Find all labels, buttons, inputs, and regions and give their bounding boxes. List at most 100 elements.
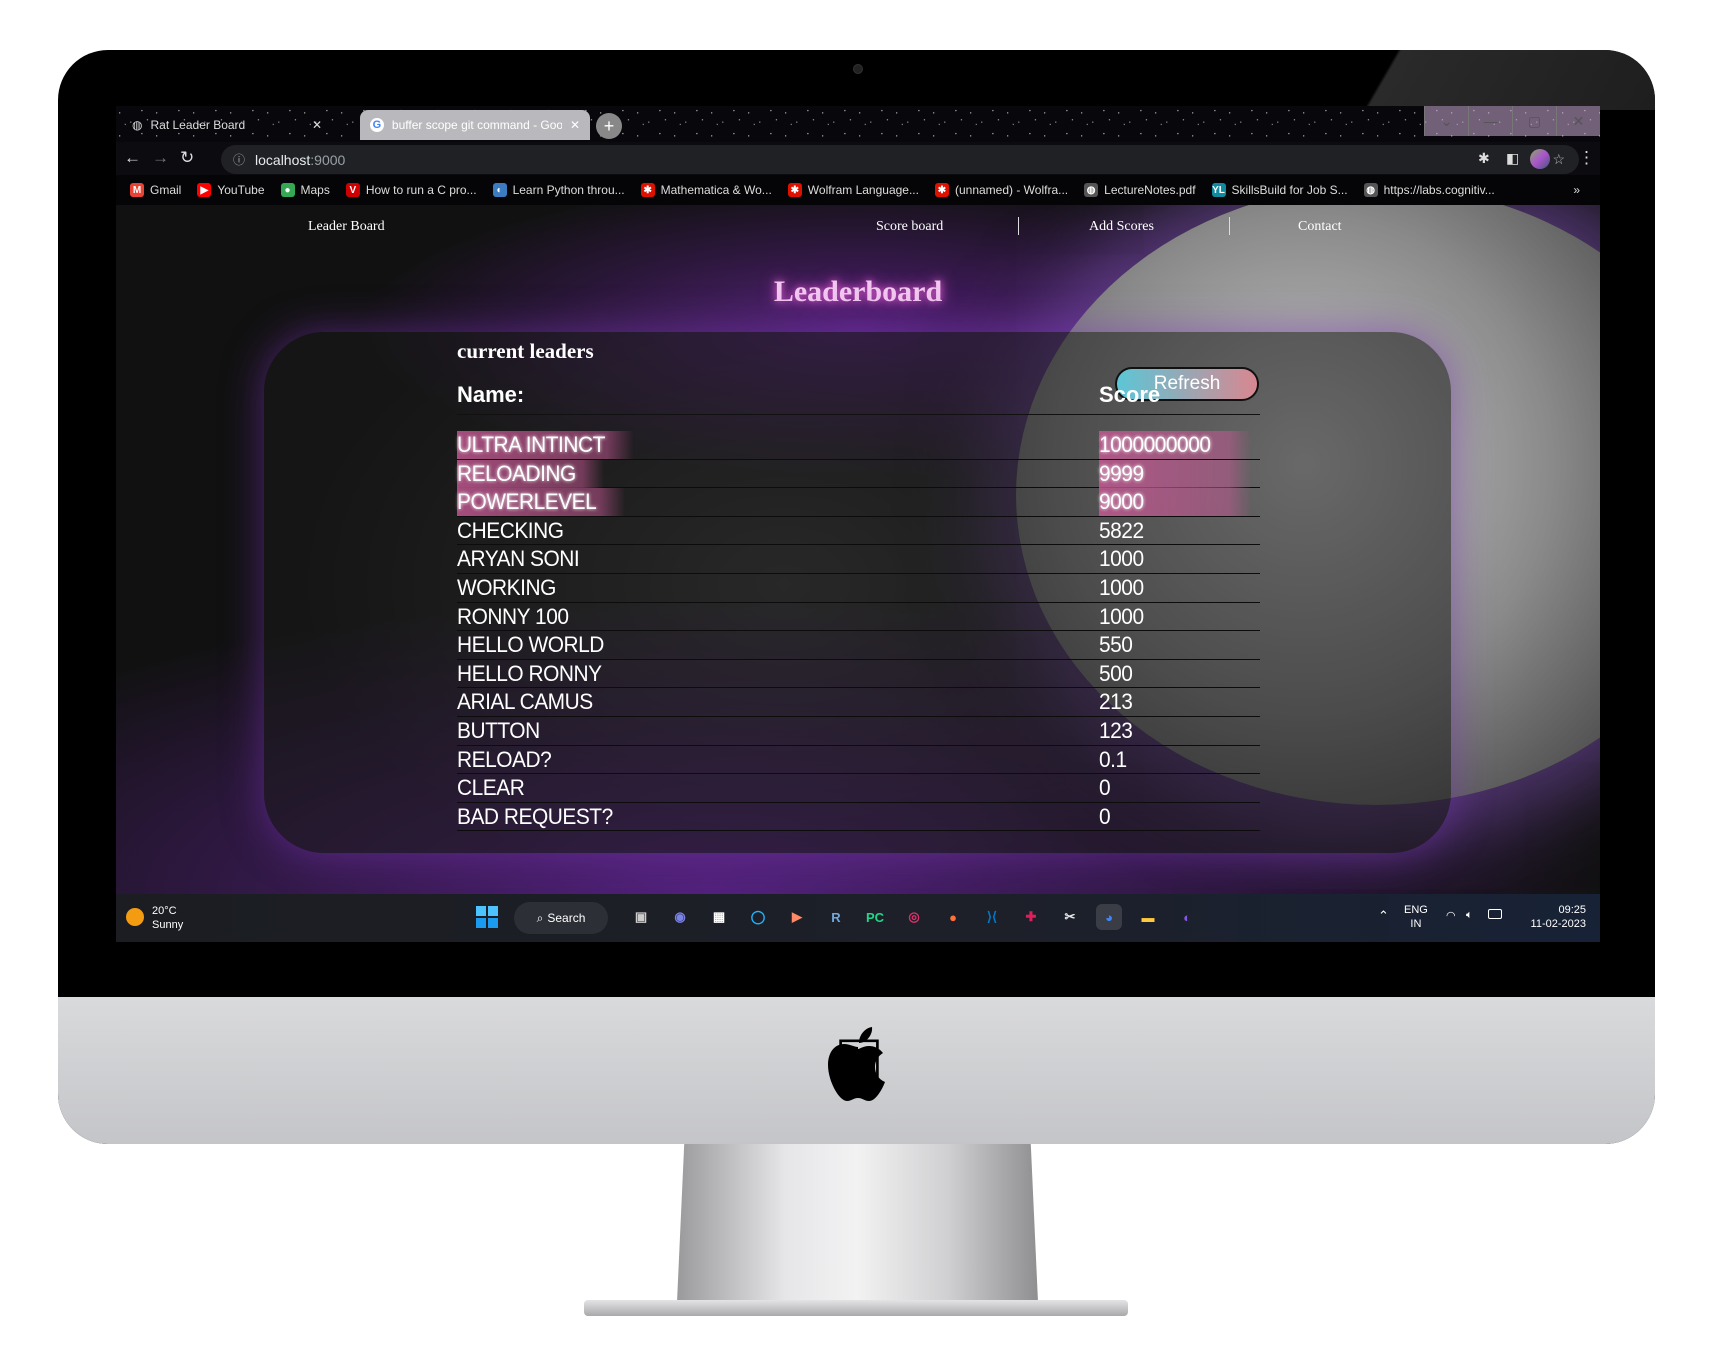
skillsbuild-icon: YL — [1211, 183, 1226, 197]
leaderboard-page: Leader Board Score board Add Scores Cont… — [116, 205, 1600, 894]
teams-chat-icon[interactable]: ◉ — [667, 904, 693, 930]
r-icon[interactable]: R — [823, 904, 849, 930]
nav-brand-leader-board[interactable]: Leader Board — [308, 219, 385, 235]
tab-search-button[interactable]: ⌄ — [1424, 106, 1468, 136]
tab-title: buffer scope git command - Goo — [391, 118, 562, 132]
header-divider — [457, 414, 1260, 415]
player-score: 500 — [1099, 660, 1133, 686]
wifi-icon[interactable]: ◠ — [1446, 909, 1456, 922]
player-name: HELLO RONNY — [457, 660, 602, 686]
nav-score-board[interactable]: Score board — [876, 219, 943, 235]
bookmark-item[interactable]: ◍ https://labs.cognitiv... — [1363, 183, 1495, 197]
snipping-tool-icon[interactable]: ✂ — [1057, 904, 1083, 930]
bookmark-label: Wolfram Language... — [807, 183, 919, 197]
bookmark-item[interactable]: ✱ Mathematica & Wo... — [640, 183, 772, 197]
search-icon: ⌕ — [536, 910, 544, 925]
forward-icon[interactable]: → — [152, 148, 169, 168]
player-name: CHECKING — [457, 517, 564, 543]
table-row: WORKING 1000 — [457, 574, 1260, 603]
taskbar-search[interactable]: ⌕ Search — [514, 902, 608, 934]
player-score: 0.1 — [1099, 746, 1127, 772]
maximize-button[interactable]: ▢ — [1512, 106, 1556, 136]
weather-widget[interactable]: 20°C Sunny — [152, 904, 183, 932]
bookmark-label: LectureNotes.pdf — [1104, 183, 1196, 197]
player-score: 1000 — [1099, 575, 1144, 600]
bookmark-label: https://labs.cognitiv... — [1383, 183, 1495, 197]
nav-add-scores[interactable]: Add Scores — [1089, 219, 1154, 235]
nav-separator — [1018, 217, 1019, 235]
new-tab-button[interactable]: + — [596, 113, 622, 139]
vscode-icon[interactable]: ⟩⟨ — [979, 904, 1005, 930]
screen: ◍ Rat Leader Board ✕ G buffer scope git … — [116, 106, 1600, 942]
bookmark-item[interactable]: V How to run a C pro... — [345, 183, 477, 197]
back-icon[interactable]: ← — [124, 148, 141, 168]
profile-avatar[interactable] — [1530, 149, 1550, 169]
bookmark-label: Mathematica & Wo... — [660, 183, 772, 197]
tab-rat-leader-board[interactable]: ◍ Rat Leader Board ✕ — [122, 110, 332, 140]
player-name: POWERLEVEL — [457, 488, 625, 517]
battery-icon[interactable] — [1488, 909, 1502, 919]
imac-stand-base — [584, 1300, 1128, 1316]
close-window-button[interactable]: ✕ — [1556, 106, 1600, 136]
wolfram-icon: ✱ — [640, 183, 655, 197]
file-explorer-icon[interactable]: ▬ — [1135, 904, 1161, 930]
v-logo-icon: V — [345, 183, 360, 197]
bookmark-item[interactable]: YL SkillsBuild for Job S... — [1211, 183, 1348, 197]
side-panel-icon[interactable]: ◧ — [1506, 150, 1519, 167]
bookmark-item[interactable]: ◍ LectureNotes.pdf — [1084, 183, 1196, 197]
bookmark-item[interactable]: M Gmail — [130, 183, 181, 197]
player-score: 123 — [1099, 718, 1133, 743]
github-icon[interactable]: ◐ — [1174, 904, 1200, 930]
bookmark-item[interactable]: ✱ Wolfram Language... — [787, 183, 919, 197]
bookmark-item[interactable]: ● Maps — [280, 183, 330, 197]
weather-temp: 20°C — [152, 905, 177, 917]
table-row: HELLO RONNY 500 — [457, 660, 1260, 689]
player-name: BAD REQUEST? — [457, 803, 613, 829]
pycharm-icon[interactable]: PC — [862, 904, 888, 930]
media-player-icon[interactable]: ▶ — [784, 904, 810, 930]
player-score: 5822 — [1099, 517, 1144, 543]
extensions-icon[interactable]: ✱ — [1478, 150, 1490, 167]
bookmark-item[interactable]: ▶ YouTube — [197, 183, 265, 197]
menu-kebab-icon[interactable]: ⋮ — [1578, 148, 1595, 168]
bookmark-star-icon[interactable]: ☆ — [1552, 151, 1565, 168]
player-score: 1000 — [1099, 603, 1144, 629]
slack-icon[interactable]: ✚ — [1018, 904, 1044, 930]
tab-title: Rat Leader Board — [150, 118, 246, 132]
task-view-icon[interactable]: ▣ — [628, 904, 654, 930]
bookmarks-overflow-button[interactable]: » — [1573, 183, 1580, 197]
lang: ENG — [1404, 904, 1428, 916]
address-bar[interactable]: ⓘ localhost:9000 ⇪ ☆ — [221, 145, 1579, 174]
player-name: ULTRA INTINCT — [457, 431, 634, 459]
info-icon: ⓘ — [233, 153, 246, 167]
reload-icon[interactable]: ↻ — [180, 148, 194, 168]
bookmark-item[interactable]: ✱ (unnamed) - Wolfra... — [934, 183, 1069, 197]
close-tab-icon[interactable]: ✕ — [312, 118, 322, 132]
nav-contact[interactable]: Contact — [1298, 219, 1342, 235]
close-tab-icon[interactable]: ✕ — [570, 118, 580, 132]
weather-condition: Sunny — [152, 919, 184, 931]
bookmark-label: YouTube — [217, 183, 265, 197]
minimize-button[interactable]: — — [1468, 106, 1512, 136]
windows-start-icon[interactable] — [476, 906, 498, 928]
language-indicator[interactable]: ENG IN — [1404, 903, 1428, 931]
volume-icon[interactable]: 🔈︎ — [1466, 909, 1473, 922]
clock[interactable]: 09:25 11-02-2023 — [1526, 903, 1586, 931]
chrome-icon[interactable]: ◕ — [1096, 904, 1122, 930]
globe-icon: ◍ — [1363, 183, 1378, 197]
show-hidden-icons-chevron-up-icon[interactable]: ⌃ — [1378, 908, 1389, 924]
player-name: RONNY 100 — [457, 603, 569, 629]
bookmark-label: (unnamed) - Wolfra... — [954, 183, 1069, 197]
maps-pin-icon: ● — [280, 183, 295, 197]
store-icon[interactable]: ▦ — [706, 904, 732, 930]
tab-strip: ◍ Rat Leader Board ✕ G buffer scope git … — [116, 106, 1600, 142]
bookmark-item[interactable]: ◐ Learn Python throu... — [492, 183, 625, 197]
player-name: WORKING — [457, 575, 556, 600]
player-name: RELOAD? — [457, 746, 552, 772]
firefox-icon[interactable]: ● — [940, 904, 966, 930]
player-score: 9000 — [1099, 488, 1252, 517]
instagram-icon[interactable]: ◎ — [901, 904, 927, 930]
tab-buffer-scope[interactable]: G buffer scope git command - Goo ✕ — [360, 110, 590, 140]
url-host: localhost — [255, 151, 311, 168]
cortana-icon[interactable]: ◯ — [745, 904, 771, 930]
